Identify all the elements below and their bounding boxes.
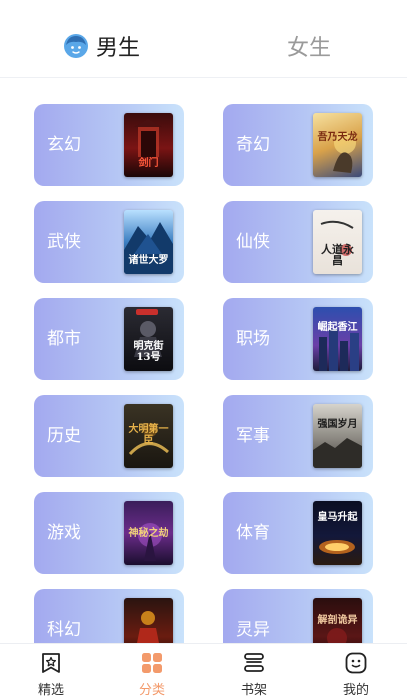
book-cover: 崛起香江 <box>313 307 362 371</box>
tab-male[interactable]: 男生 <box>63 26 140 66</box>
category-grid: 玄幻 剑门 奇幻 吾乃天龙 武侠 诸世大罗 仙侠 人道永昌 都市 明克街13号 <box>0 78 407 643</box>
nav-item-bookshelf[interactable]: 书架 <box>214 644 294 700</box>
category-card-xuanhuan[interactable]: 玄幻 剑门 <box>34 104 184 186</box>
category-card-kehuan[interactable]: 科幻 深空 <box>34 589 184 643</box>
category-name: 奇幻 <box>236 135 270 155</box>
nav-label: 书架 <box>240 683 267 698</box>
book-cover: 深空 <box>124 598 173 643</box>
gender-tabs: 男生 女生 <box>0 0 407 78</box>
tab-female-label: 女生 <box>287 36 332 61</box>
category-name: 职场 <box>236 329 270 349</box>
tab-male-label: 男生 <box>96 36 141 61</box>
boy-avatar-icon <box>63 33 89 59</box>
book-cover-title: 崛起香江 <box>317 322 358 333</box>
grid-icon <box>140 651 164 675</box>
category-card-lingyi[interactable]: 灵异 解剖诡异 <box>223 589 373 643</box>
bookshelf-icon <box>242 651 266 675</box>
book-cover-title: 神秘之劫 <box>128 528 169 539</box>
category-name: 灵异 <box>236 620 270 640</box>
category-card-lishi[interactable]: 历史 大明第一臣 <box>34 395 184 477</box>
book-cover-title: 剑门 <box>138 158 159 169</box>
nav-item-featured[interactable]: 精选 <box>11 644 91 700</box>
category-card-qihuan[interactable]: 奇幻 吾乃天龙 <box>223 104 373 186</box>
category-card-youxi[interactable]: 游戏 神秘之劫 <box>34 492 184 574</box>
face-icon <box>344 651 368 675</box>
star-bookmark-icon <box>39 651 63 675</box>
book-cover: 大明第一臣 <box>124 404 173 468</box>
category-name: 游戏 <box>47 523 81 543</box>
book-cover-title: 大明第一臣 <box>128 424 169 446</box>
category-name: 仙侠 <box>236 232 270 252</box>
category-card-dushi[interactable]: 都市 明克街13号 <box>34 298 184 380</box>
book-cover: 人道永昌 <box>313 210 362 274</box>
category-name: 军事 <box>236 426 270 446</box>
book-cover-title: 强国岁月 <box>317 419 358 430</box>
tab-female[interactable]: 女生 <box>287 26 331 66</box>
category-name: 玄幻 <box>47 135 81 155</box>
category-card-xianxia[interactable]: 仙侠 人道永昌 <box>223 201 373 283</box>
book-cover: 解剖诡异 <box>313 598 362 643</box>
book-cover: 吾乃天龙 <box>313 113 362 177</box>
book-cover: 神秘之劫 <box>124 501 173 565</box>
category-name: 历史 <box>47 426 81 446</box>
category-name: 武侠 <box>47 232 81 252</box>
book-cover-title: 皇马升起 <box>317 512 358 523</box>
book-cover: 皇马升起 <box>313 501 362 565</box>
category-card-tiyu[interactable]: 体育 皇马升起 <box>223 492 373 574</box>
book-cover-title: 明克街13号 <box>133 341 164 363</box>
category-card-wuxia[interactable]: 武侠 诸世大罗 <box>34 201 184 283</box>
book-cover: 剑门 <box>124 113 173 177</box>
category-name: 科幻 <box>47 620 81 640</box>
book-cover-title: 人道永昌 <box>321 243 354 267</box>
book-cover: 明克街13号 <box>124 307 173 371</box>
book-cover: 强国岁月 <box>313 404 362 468</box>
bottom-nav: 精选 分类 书架 我的 <box>0 643 407 700</box>
category-name: 都市 <box>47 329 81 349</box>
nav-label: 分类 <box>138 683 165 698</box>
category-name: 体育 <box>236 523 270 543</box>
book-cover-title: 吾乃天龙 <box>317 132 358 143</box>
nav-label: 精选 <box>37 683 64 698</box>
nav-item-category[interactable]: 分类 <box>112 644 192 700</box>
category-card-junshi[interactable]: 军事 强国岁月 <box>223 395 373 477</box>
book-cover: 诸世大罗 <box>124 210 173 274</box>
book-cover-title: 解剖诡异 <box>317 615 358 626</box>
nav-item-profile[interactable]: 我的 <box>316 644 396 700</box>
book-cover-title: 诸世大罗 <box>128 255 169 266</box>
category-card-zhichang[interactable]: 职场 崛起香江 <box>223 298 373 380</box>
nav-label: 我的 <box>342 683 369 698</box>
